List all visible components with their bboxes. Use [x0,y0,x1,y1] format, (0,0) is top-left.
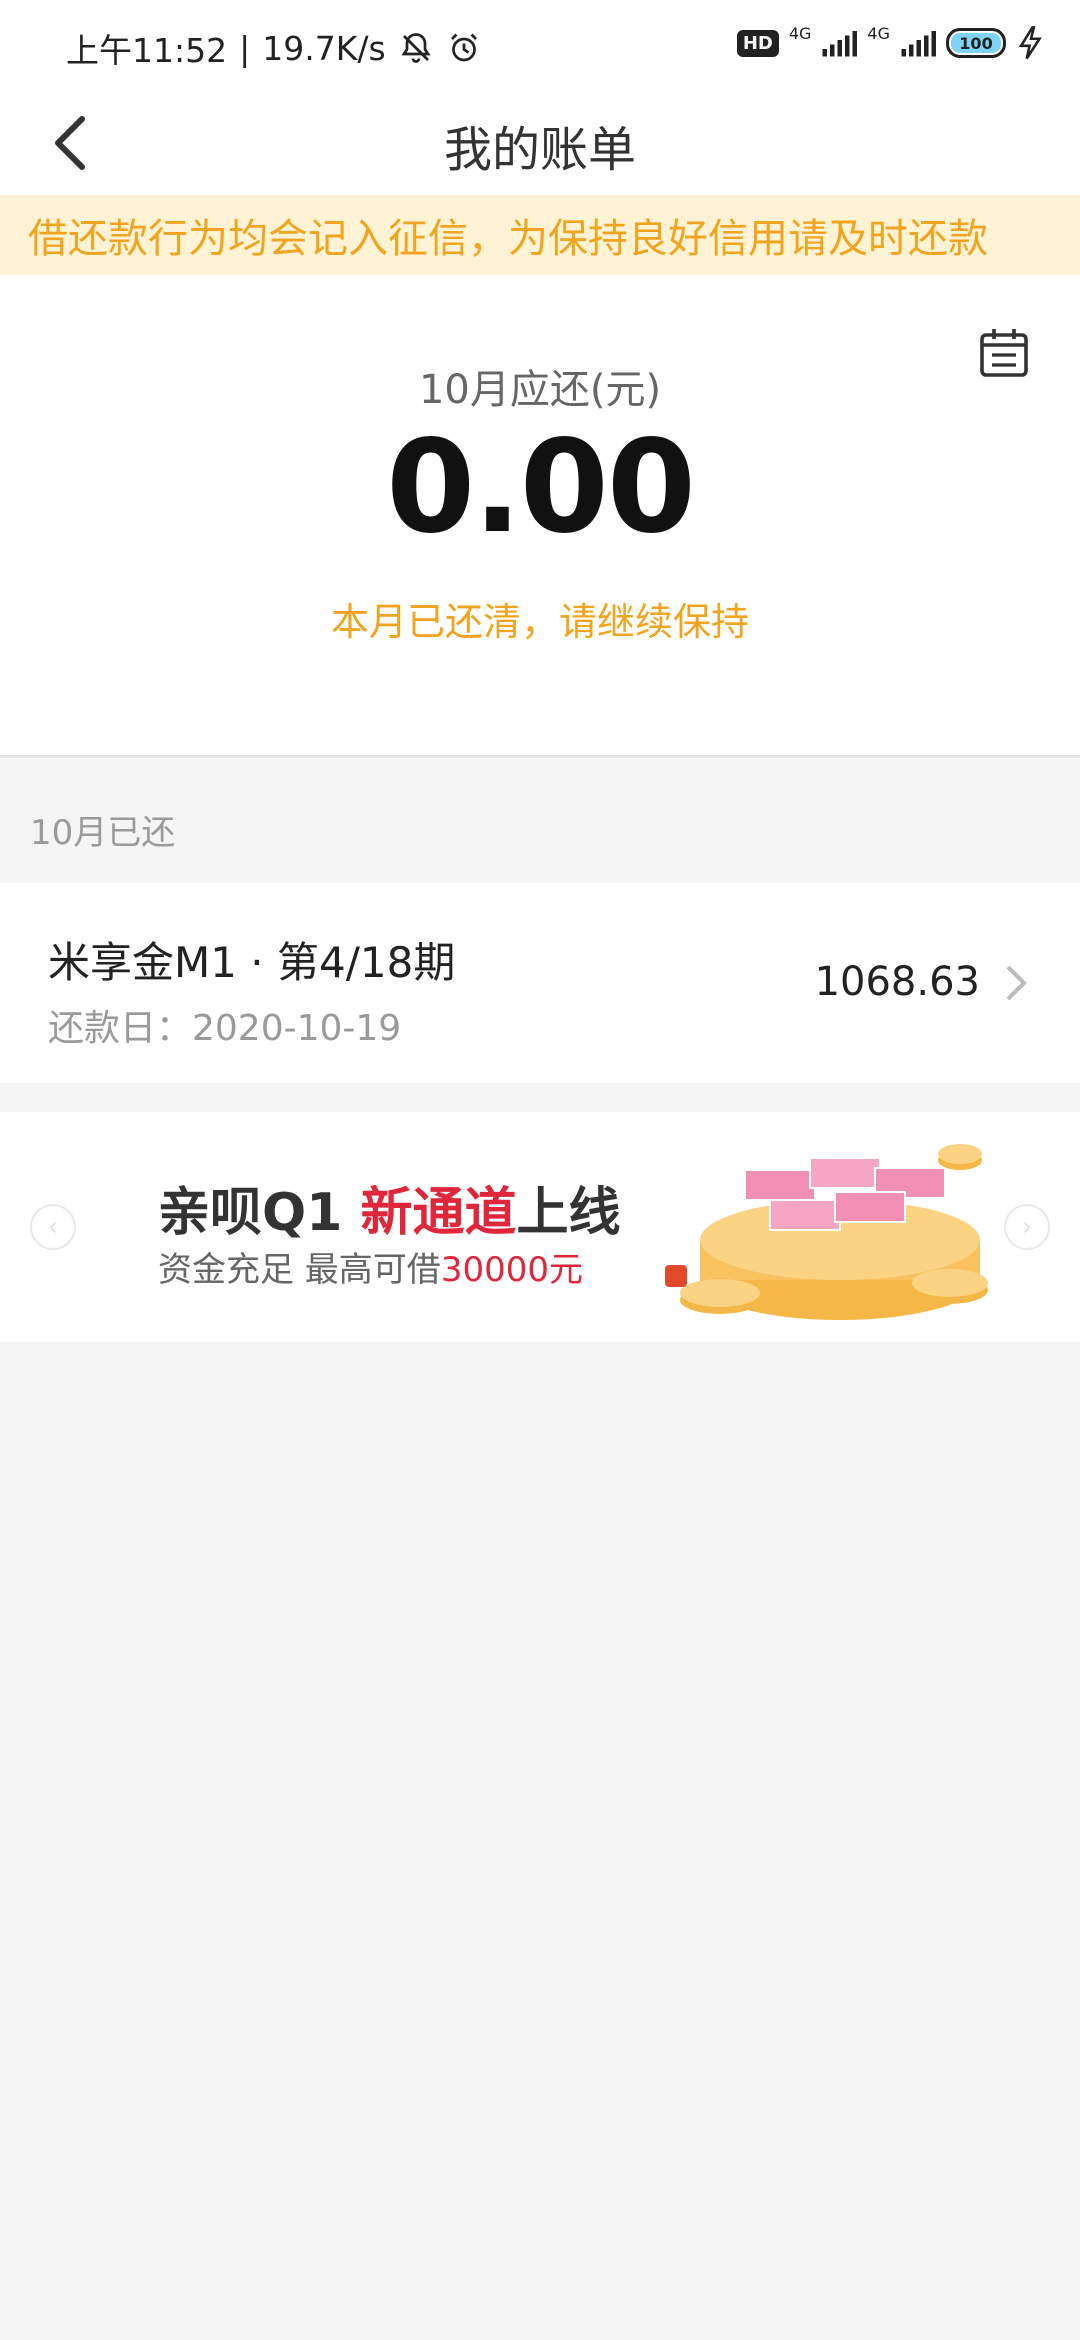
charging-icon [1018,26,1042,60]
status-bar: 上午11:52 | 19.7K/s HD 4G 4G 100 [0,0,1080,90]
repayment-status: 本月已还清，请继续保持 [330,600,749,644]
notice-bar: 借还款行为均会记入征信，为保持良好信用请及时还款 [0,195,1080,275]
status-separator: | [239,28,251,68]
due-label: 10月应还(元) [418,367,662,413]
banner-title: 亲呗Q1 新通道上线 [158,1170,621,1245]
battery-level: 100 [951,33,1001,53]
banner-title-part-c: 上线 [516,1183,621,1243]
banner-title-highlight: 新通道 [360,1183,517,1243]
chevron-right-icon[interactable]: › [1004,1204,1050,1250]
chevron-right-icon [1006,965,1027,1001]
repayment-date: 还款日：2020-10-19 [48,1008,402,1049]
signal-icon [901,31,936,57]
network-type-1: 4G [788,23,812,43]
bell-off-icon [401,33,431,63]
network-type-2: 4G [867,23,890,43]
status-right: HD 4G 4G 100 [736,23,1046,60]
net-speed: 19.7K/s [262,28,386,68]
nav-bar: 我的账单 [0,90,1080,195]
paid-section-label: 10月已还 [30,813,176,853]
banner-subtitle: 资金充足 最高可借30000元 [158,1242,583,1291]
list-item[interactable]: 米享金M1 · 第4/18期 还款日：2020-10-19 1068.63 [0,883,1080,1083]
alarm-icon [450,33,477,62]
due-amount: 0.00 [386,413,696,562]
chevron-left-icon[interactable]: ‹ [30,1204,76,1250]
loan-name: 米享金M1 · 第4/18期 [48,938,456,987]
bill-summary: 10月应还(元) 0.00 本月已还清，请继续保持 [0,275,1080,755]
money-illustration [665,1144,988,1320]
banner-sub-highlight: 30000元 [440,1250,583,1290]
status-left: 上午11:52 | 19.7K/s [66,24,482,72]
divider [0,755,1080,758]
promo-banner[interactable]: ‹ 亲呗Q1 新通道上线 资金充足 最高可借30000元 › [0,1112,1080,1342]
battery-icon: 100 [946,28,1006,58]
signal-icon [822,31,858,57]
banner-sub-part-a: 资金充足 最高可借 [158,1250,441,1290]
banner-title-part-a: 亲呗Q1 [158,1183,361,1243]
page-title: 我的账单 [443,122,636,178]
status-time: 上午11:52 [66,31,228,70]
paid-amount: 1068.63 [814,959,980,1005]
notice-text: 借还款行为均会记入征信，为保持良好信用请及时还款 [28,216,988,262]
hd-badge: HD [736,29,779,57]
